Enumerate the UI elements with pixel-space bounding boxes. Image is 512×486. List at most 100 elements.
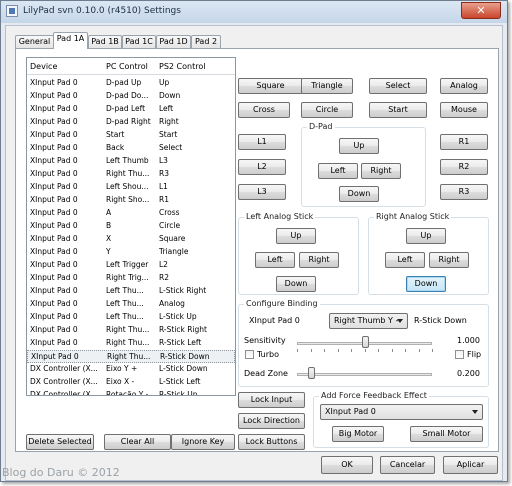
binding-row[interactable]: DX Controller (X... Rotação Y - R-Stick Up [27,389,235,396]
binding-row[interactable]: XInput Pad 0 Left Thumb L3 [27,155,235,168]
tab-pad-1b[interactable]: Pad 1B [88,35,122,49]
slider-tick [391,349,393,352]
r3-button[interactable]: R3 [440,184,488,200]
tab-pad-1c[interactable]: Pad 1C [122,35,156,49]
right-stick-left-button[interactable]: Left [385,252,425,268]
title-bar[interactable]: LilyPad svn 0.10.0 (r4510) Settings ✕ [1,1,507,23]
binding-device-cell: XInput Pad 0 [31,352,79,361]
binding-pc-control-cell: Right Thu... [107,352,151,361]
close-button[interactable]: ✕ [461,2,501,19]
tab-pad-1d[interactable]: Pad 1D [156,35,191,49]
binding-row[interactable]: XInput Pad 0 B Circle [27,220,235,233]
binding-ps2-control-cell: Select [159,143,183,152]
dpad-up-button[interactable]: Up [339,138,379,154]
binding-row[interactable]: XInput Pad 0 Right Thu... R-Stick Down [27,350,235,363]
dpad-right-button[interactable]: Right [361,163,401,179]
binding-row[interactable]: XInput Pad 0 Left Thu... Analog [27,298,235,311]
right-stick-right-button[interactable]: Right [429,252,469,268]
column-header-pc-control[interactable]: PC Control [106,62,148,71]
tab-pad-1a[interactable]: Pad 1A [53,32,88,49]
small-motor-button[interactable]: Small Motor [410,426,483,442]
mouse-button[interactable]: Mouse [440,102,488,118]
binding-ps2-control-cell: R-Stick Left [159,338,202,347]
lock-buttons-button[interactable]: Lock Buttons [238,434,305,450]
pad-1a-panel: Device PC Control PS2 Control XInput Pad… [15,48,499,452]
l2-button[interactable]: L2 [238,159,286,175]
analog-button[interactable]: Analog [440,78,488,94]
start-button[interactable]: Start [369,102,427,118]
binding-row[interactable]: DX Controller (X... Eixo X - L-Stick Left [27,376,235,389]
ok-button[interactable]: OK [321,456,373,474]
pc-control-dropdown[interactable]: Right Thumb Y - [329,313,408,329]
column-header-ps2-control[interactable]: PS2 Control [159,62,205,71]
left-stick-left-button[interactable]: Left [255,252,295,268]
binding-row[interactable]: XInput Pad 0 D-pad Do... Down [27,90,235,103]
sensitivity-slider-thumb[interactable] [361,336,369,348]
binding-row[interactable]: XInput Pad 0 Right Trig... R2 [27,272,235,285]
binding-device-cell: DX Controller (X... [30,390,98,396]
flip-checkbox[interactable] [455,350,464,359]
binding-row[interactable]: XInput Pad 0 Right Sho... R1 [27,194,235,207]
left-stick-down-button[interactable]: Down [276,276,316,292]
lock-direction-button[interactable]: Lock Direction [238,413,305,429]
r1-button[interactable]: R1 [440,134,488,150]
binding-row[interactable]: XInput Pad 0 Right Thu... R-Stick Left [27,337,235,350]
binding-row[interactable]: XInput Pad 0 Left Thu... L-Stick Up [27,311,235,324]
binding-row[interactable]: XInput Pad 0 Left Trigger L2 [27,259,235,272]
binding-row[interactable]: XInput Pad 0 Left Shou... L1 [27,181,235,194]
bindings-list[interactable]: Device PC Control PS2 Control XInput Pad… [26,57,236,396]
binding-device-cell: XInput Pad 0 [30,169,78,178]
binding-row[interactable]: XInput Pad 0 Y Triangle [27,246,235,259]
force-feedback-device-dropdown[interactable]: XInput Pad 0 [320,404,483,420]
l1-button[interactable]: L1 [238,134,286,150]
right-analog-stick-title: Right Analog Stick [374,212,452,221]
clear-all-button[interactable]: Clear All [104,434,171,450]
binding-row[interactable]: DX Controller (X... Eixo Y + L-Stick Down [27,363,235,376]
flip-label: Flip [467,350,482,359]
triangle-button[interactable]: Triangle [301,78,353,94]
column-header-device[interactable]: Device [30,62,57,71]
binding-row[interactable]: XInput Pad 0 D-pad Right Right [27,116,235,129]
turbo-checkbox[interactable] [245,350,254,359]
binding-row[interactable]: XInput Pad 0 X Square [27,233,235,246]
dead-zone-slider-track[interactable] [297,373,432,376]
binding-row[interactable]: XInput Pad 0 Start Start [27,129,235,142]
slider-tick [310,349,312,352]
binding-device-cell: DX Controller (X... [30,364,98,373]
delete-selected-button[interactable]: Delete Selected [26,434,94,450]
binding-row[interactable]: XInput Pad 0 Back Select [27,142,235,155]
binding-ps2-control-cell: L2 [159,260,168,269]
tab-pad-2[interactable]: Pad 2 [191,35,221,49]
dead-zone-label: Dead Zone [244,369,288,378]
dpad-left-button[interactable]: Left [318,163,358,179]
apply-button[interactable]: Aplicar [443,456,498,474]
binding-row[interactable]: XInput Pad 0 Left Thu... L-Stick Right [27,285,235,298]
circle-button[interactable]: Circle [301,102,353,118]
left-stick-up-button[interactable]: Up [276,228,316,244]
right-stick-down-button[interactable]: Down [406,276,446,292]
select-button[interactable]: Select [369,78,427,94]
binding-row[interactable]: XInput Pad 0 Right Thu... R-Stick Right [27,324,235,337]
dead-zone-slider-thumb[interactable] [307,367,315,379]
right-stick-up-button[interactable]: Up [406,228,446,244]
tab-general[interactable]: General [15,35,54,49]
binding-pc-control-cell: D-pad Left [106,104,146,113]
dpad-down-button[interactable]: Down [339,186,379,202]
square-button[interactable]: Square [238,78,303,94]
cancel-button[interactable]: Cancelar [380,456,435,474]
binding-device-cell: XInput Pad 0 [30,273,78,282]
binding-ps2-control-cell: R3 [159,169,169,178]
binding-row[interactable]: XInput Pad 0 D-pad Left Left [27,103,235,116]
left-stick-right-button[interactable]: Right [299,252,339,268]
cross-button[interactable]: Cross [238,102,290,118]
binding-row[interactable]: XInput Pad 0 Right Thu... R3 [27,168,235,181]
binding-row[interactable]: XInput Pad 0 D-pad Up Up [27,77,235,90]
r2-button[interactable]: R2 [440,159,488,175]
binding-row[interactable]: XInput Pad 0 A Cross [27,207,235,220]
binding-pc-control-cell: Eixo X - [106,377,135,386]
ignore-key-button[interactable]: Ignore Key [171,434,235,450]
big-motor-button[interactable]: Big Motor [332,426,384,442]
l3-button[interactable]: L3 [238,184,286,200]
lock-input-button[interactable]: Lock Input [238,392,305,408]
binding-pc-control-cell: Y [106,247,111,256]
